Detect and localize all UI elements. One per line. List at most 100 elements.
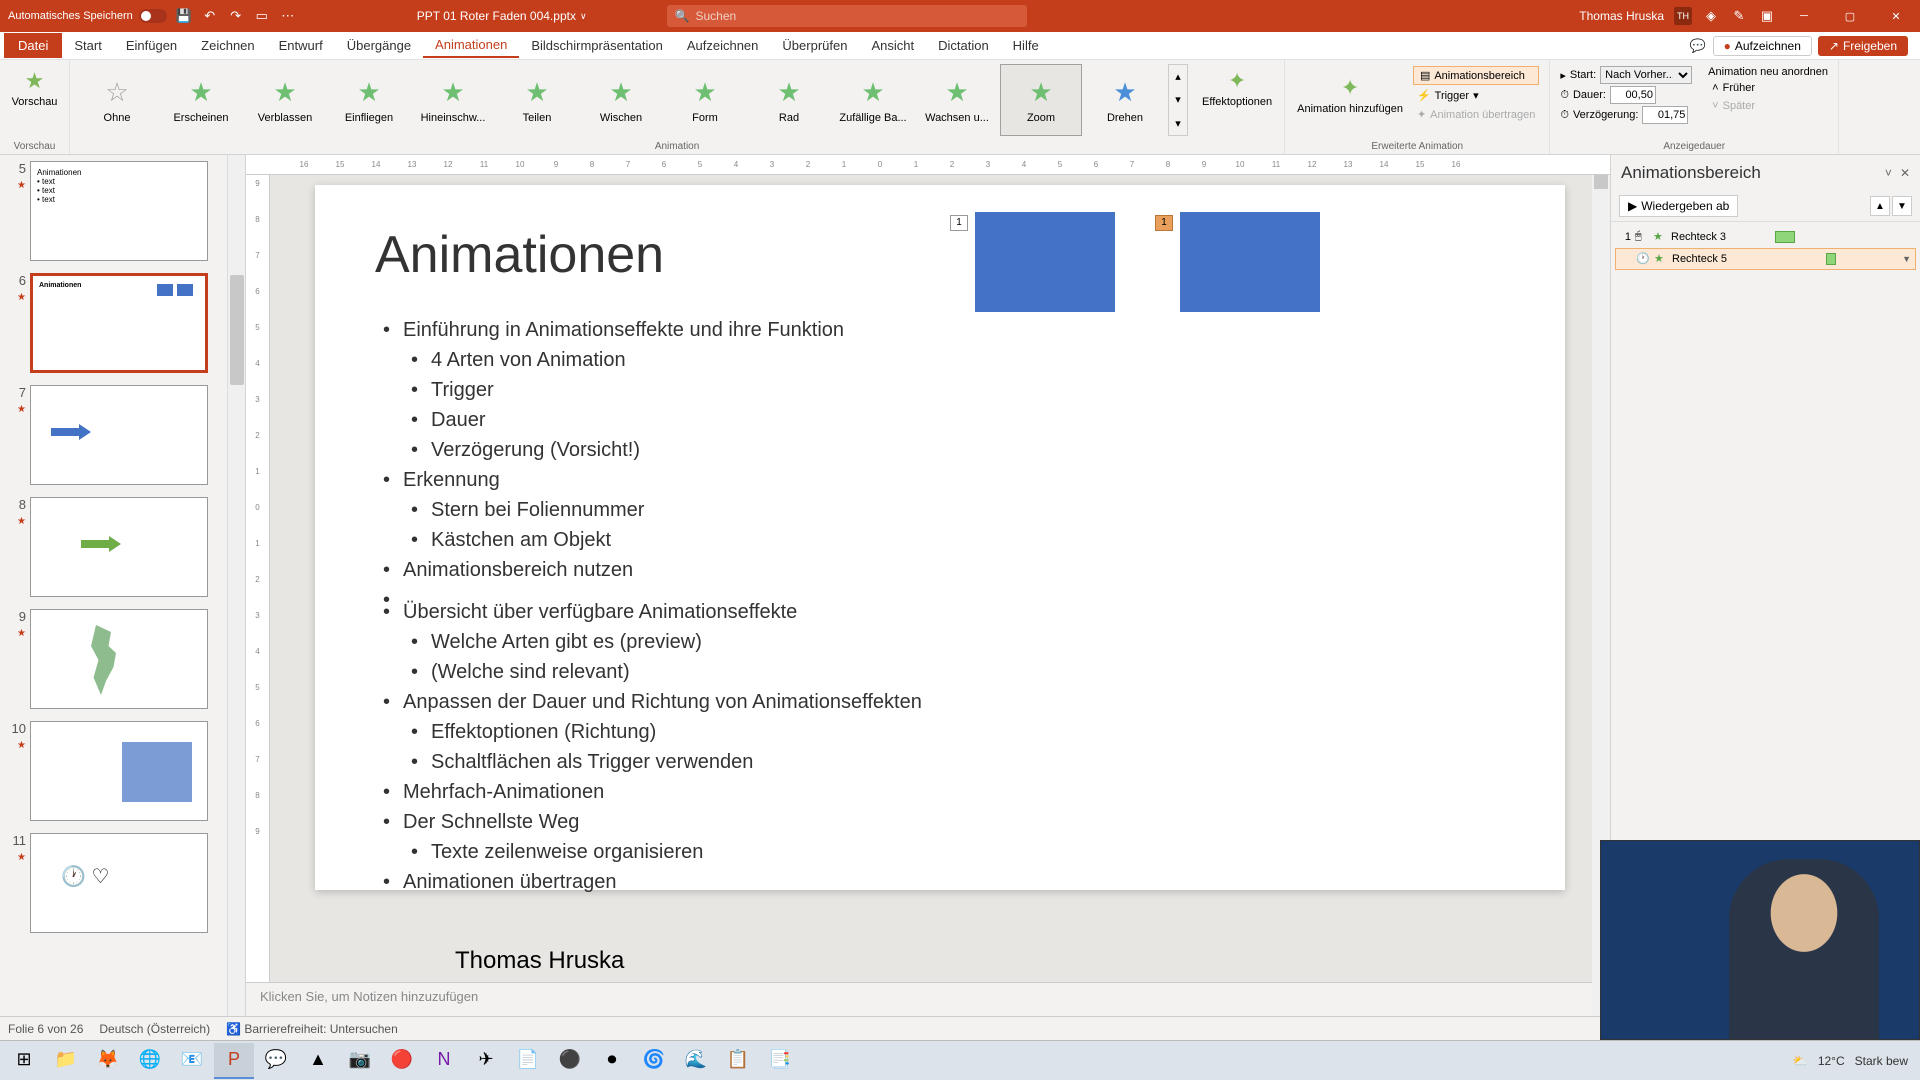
tab-review[interactable]: Überprüfen — [770, 34, 859, 57]
anim-tag-1[interactable]: 1 — [950, 215, 968, 231]
trigger-button[interactable]: ⚡Trigger▾ — [1413, 87, 1539, 104]
close-button[interactable]: ✕ — [1878, 0, 1914, 32]
anim-painter-button[interactable]: ✦Animation übertragen — [1413, 106, 1539, 123]
start-select[interactable]: Nach Vorher... — [1600, 66, 1692, 84]
preview-button[interactable]: ★ Vorschau — [6, 64, 63, 112]
app-icon[interactable]: 🌀 — [634, 1043, 674, 1079]
tab-file[interactable]: Datei — [4, 33, 62, 58]
add-animation-button[interactable]: ✦ Animation hinzufügen — [1291, 64, 1409, 125]
tab-dictation[interactable]: Dictation — [926, 34, 1001, 57]
tab-record[interactable]: Aufzeichnen — [675, 34, 771, 57]
anim-split[interactable]: ★Teilen — [496, 64, 578, 136]
save-icon[interactable]: 💾 — [175, 7, 193, 25]
anim-spin[interactable]: ★Drehen — [1084, 64, 1166, 136]
anim-row-2[interactable]: 🕐 ★ Rechteck 5 ▼ — [1615, 248, 1916, 270]
anim-shape[interactable]: ★Form — [664, 64, 746, 136]
tab-design[interactable]: Entwurf — [267, 34, 335, 57]
filename[interactable]: PPT 01 Roter Faden 004.pptx∨ — [417, 9, 587, 23]
move-earlier-button[interactable]: ˄Früher — [1708, 80, 1828, 96]
thumb-scrollbar[interactable] — [227, 155, 245, 1016]
pen-icon[interactable]: ✎ — [1730, 7, 1748, 25]
tab-draw[interactable]: Zeichnen — [189, 34, 266, 57]
move-up-button[interactable]: ▲ — [1870, 196, 1890, 216]
redo-icon[interactable]: ↷ — [227, 7, 245, 25]
rectangle-5[interactable] — [1180, 212, 1320, 312]
telegram-icon[interactable]: ✈ — [466, 1043, 506, 1079]
gallery-more[interactable]: ▴▾▾ — [1168, 64, 1188, 136]
weather-icon[interactable]: ⛅ — [1793, 1054, 1808, 1068]
explorer-icon[interactable]: 📁 — [46, 1043, 86, 1079]
anim-pane-close-icon[interactable]: ✕ — [1900, 166, 1910, 180]
diamond-icon[interactable]: ◈ — [1702, 7, 1720, 25]
maximize-button[interactable]: ▢ — [1832, 0, 1868, 32]
animation-pane-button[interactable]: ▤Animationsbereich — [1413, 66, 1539, 85]
anim-none[interactable]: ☆Ohne — [76, 64, 158, 136]
anim-flyin[interactable]: ★Einfliegen — [328, 64, 410, 136]
search-box[interactable]: 🔍 — [667, 5, 1027, 27]
duration-input[interactable] — [1610, 86, 1656, 104]
anim-floatin[interactable]: ★Hineinschw... — [412, 64, 494, 136]
app-icon[interactable]: ⏺ — [592, 1043, 632, 1079]
row-dropdown-icon[interactable]: ▼ — [1902, 254, 1911, 264]
start-button[interactable]: ⊞ — [4, 1043, 44, 1079]
record-button[interactable]: ●Aufzeichnen — [1713, 36, 1812, 56]
author-text[interactable]: Thomas Hruska — [455, 947, 1505, 975]
more-icon[interactable]: ⋯ — [279, 7, 297, 25]
search-input[interactable] — [696, 9, 1019, 23]
share-button[interactable]: ↗Freigeben — [1818, 36, 1908, 56]
anim-zoom[interactable]: ★Zoom — [1000, 64, 1082, 136]
vlc-icon[interactable]: ▲ — [298, 1043, 338, 1079]
edge-icon[interactable]: 🌊 — [676, 1043, 716, 1079]
outlook-icon[interactable]: 📧 — [172, 1043, 212, 1079]
thumb-10[interactable]: 10★ — [0, 715, 245, 827]
minimize-button[interactable]: ─ — [1786, 0, 1822, 32]
play-from-button[interactable]: ▶Wiedergeben ab — [1619, 195, 1738, 217]
move-later-button[interactable]: ˅Später — [1708, 98, 1828, 114]
onenote-icon[interactable]: N — [424, 1043, 464, 1079]
slide-body[interactable]: Einführung in Animationseffekte und ihre… — [375, 315, 1505, 897]
app-icon[interactable]: 💬 — [256, 1043, 296, 1079]
notes-pane[interactable]: Klicken Sie, um Notizen hinzuzufügen — [246, 982, 1610, 1016]
tab-animations[interactable]: Animationen — [423, 33, 519, 58]
anim-grow[interactable]: ★Wachsen u... — [916, 64, 998, 136]
anim-wipe[interactable]: ★Wischen — [580, 64, 662, 136]
anim-appear[interactable]: ★Erscheinen — [160, 64, 242, 136]
tab-insert[interactable]: Einfügen — [114, 34, 189, 57]
thumb-5[interactable]: 5★ Animationen• text• text• text — [0, 155, 245, 267]
rectangle-3[interactable] — [975, 212, 1115, 312]
app-icon[interactable]: 📑 — [760, 1043, 800, 1079]
obs-icon[interactable]: ⚫ — [550, 1043, 590, 1079]
user-avatar[interactable]: TH — [1674, 7, 1692, 25]
powerpoint-icon[interactable]: P — [214, 1043, 254, 1079]
tab-help[interactable]: Hilfe — [1001, 34, 1051, 57]
undo-icon[interactable]: ↶ — [201, 7, 219, 25]
comments-icon[interactable]: 💬 — [1689, 37, 1707, 55]
app-icon[interactable]: 📷 — [340, 1043, 380, 1079]
language[interactable]: Deutsch (Österreich) — [99, 1022, 210, 1036]
app-icon[interactable]: 📄 — [508, 1043, 548, 1079]
window-icon[interactable]: ▣ — [1758, 7, 1776, 25]
tab-view[interactable]: Ansicht — [859, 34, 926, 57]
slide-canvas[interactable]: Animationen Einführung in Animationseffe… — [315, 185, 1565, 890]
accessibility[interactable]: ♿ Barrierefreiheit: Untersuchen — [226, 1022, 398, 1036]
effect-options-button[interactable]: ✦ Effektoptionen — [1196, 64, 1278, 112]
anim-tag-2[interactable]: 1 — [1155, 215, 1173, 231]
app-icon[interactable]: 📋 — [718, 1043, 758, 1079]
anim-pane-dropdown-icon[interactable]: ˅ — [1885, 166, 1892, 180]
slide-title[interactable]: Animationen — [375, 225, 1505, 285]
anim-random[interactable]: ★Zufällige Ba... — [832, 64, 914, 136]
thumb-8[interactable]: 8★ — [0, 491, 245, 603]
autosave-toggle[interactable]: Automatisches Speichern — [8, 9, 167, 23]
tab-slideshow[interactable]: Bildschirmpräsentation — [519, 34, 675, 57]
delay-input[interactable] — [1642, 106, 1688, 124]
move-down-button[interactable]: ▼ — [1892, 196, 1912, 216]
tab-start[interactable]: Start — [62, 34, 113, 57]
thumb-11[interactable]: 11★ 🕐 ♡ — [0, 827, 245, 939]
thumb-6[interactable]: 6★ Animationen — [0, 267, 245, 379]
thumb-7[interactable]: 7★ — [0, 379, 245, 491]
user-name[interactable]: Thomas Hruska — [1579, 9, 1664, 23]
app-icon[interactable]: 🔴 — [382, 1043, 422, 1079]
slideshow-icon[interactable]: ▭ — [253, 7, 271, 25]
anim-fade[interactable]: ★Verblassen — [244, 64, 326, 136]
tab-transitions[interactable]: Übergänge — [335, 34, 423, 57]
